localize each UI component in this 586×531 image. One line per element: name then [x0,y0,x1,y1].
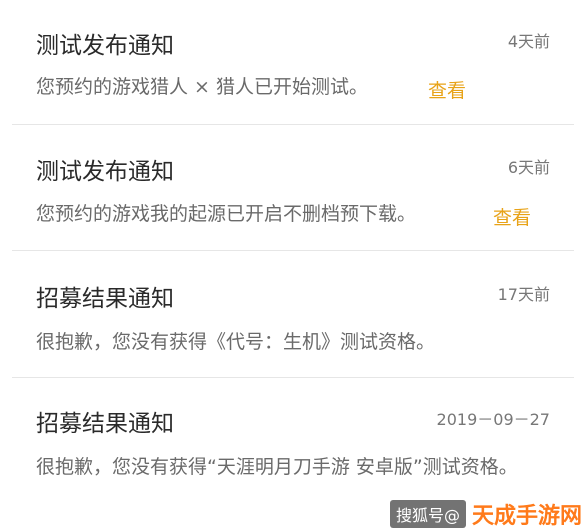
watermark-logo: 天成手游网 [471,504,582,529]
notification-title: 测试发布通知 [36,159,174,185]
notification-title: 招募结果通知 [36,286,174,312]
notification-title: 测试发布通知 [36,33,174,59]
notification-time: 2019－09－27 [436,410,550,429]
notification-item[interactable]: 测试发布通知 4天前 您预约的游戏猎人 × 猎人已开始测试。 查看 [12,0,574,124]
watermark: 搜狐号@ 天成手游网 [389,499,582,529]
notification-desc: 很抱歉，您没有获得《代号：生机》测试资格。 [36,331,436,353]
notification-time: 17天前 [497,285,550,304]
view-button[interactable]: 查看 [493,203,531,230]
watermark-source: 搜狐号@ [389,500,466,528]
notification-title: 招募结果通知 [36,411,174,437]
view-button[interactable]: 查看 [428,76,466,103]
notification-desc: 很抱歉，您没有获得“天涯明月刀手游 安卓版”测试资格。 [36,456,518,478]
notification-desc: 您预约的游戏我的起源已开启不删档预下载。 [36,203,417,225]
notification-time: 6天前 [507,158,550,177]
notification-time: 4天前 [507,32,550,51]
notification-item[interactable]: 测试发布通知 6天前 您预约的游戏我的起源已开启不删档预下载。 查看 [12,125,574,250]
notification-item[interactable]: 招募结果通知 17天前 很抱歉，您没有获得《代号：生机》测试资格。 [12,251,574,377]
notification-desc: 您预约的游戏猎人 × 猎人已开始测试。 [36,76,368,98]
